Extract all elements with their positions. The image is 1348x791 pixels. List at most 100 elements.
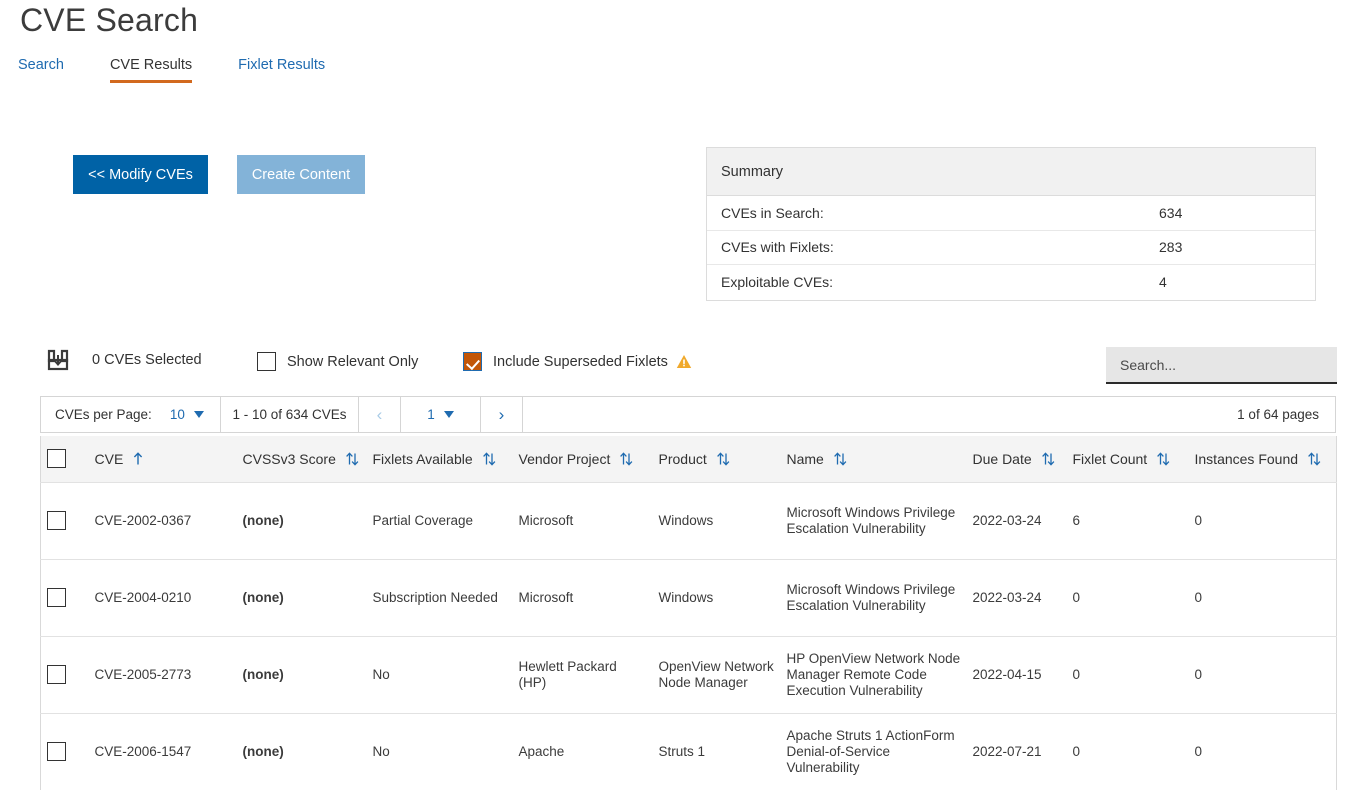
tab-bar: Search CVE Results Fixlet Results xyxy=(18,57,371,83)
sort-icon xyxy=(833,452,847,466)
table-row[interactable]: CVE-2005-2773 (none) No Hewlett Packard … xyxy=(41,636,1337,713)
cell-product: Struts 1 xyxy=(653,713,781,790)
cell-name: Microsoft Windows Privilege Escalation V… xyxy=(781,559,967,636)
prev-page-button[interactable]: ‹ xyxy=(359,397,401,432)
summary-row-cves-in-search: CVEs in Search: 634 xyxy=(707,196,1315,231)
column-label: CVE xyxy=(95,451,124,467)
cell-vendor-project: Hewlett Packard (HP) xyxy=(513,636,653,713)
cell-cvssv3-score: (none) xyxy=(237,636,367,713)
table-row[interactable]: CVE-2002-0367 (none) Partial Coverage Mi… xyxy=(41,482,1337,559)
row-checkbox[interactable] xyxy=(47,511,66,530)
cell-cvssv3-score: (none) xyxy=(237,559,367,636)
row-select-cell xyxy=(41,559,89,636)
sort-icon xyxy=(1307,452,1321,466)
column-header-instances-found[interactable]: Instances Found xyxy=(1189,436,1337,482)
include-superseded-fixlets-label: Include Superseded Fixlets xyxy=(493,354,668,370)
cell-due-date: 2022-04-15 xyxy=(967,636,1067,713)
cell-product: Windows xyxy=(653,559,781,636)
checkbox-box-checked xyxy=(463,352,482,371)
row-select-cell xyxy=(41,636,89,713)
row-checkbox[interactable] xyxy=(47,665,66,684)
column-header-cve[interactable]: CVE xyxy=(89,436,237,482)
column-label: Instances Found xyxy=(1195,451,1299,467)
cell-cvssv3-score: (none) xyxy=(237,713,367,790)
result-range-label: 1 - 10 of 634 CVEs xyxy=(221,397,359,432)
summary-row-cves-with-fixlets: CVEs with Fixlets: 283 xyxy=(707,231,1315,266)
cell-due-date: 2022-03-24 xyxy=(967,482,1067,559)
modify-cves-button[interactable]: << Modify CVEs xyxy=(73,155,208,194)
search-input[interactable] xyxy=(1106,347,1337,384)
cell-name: Apache Struts 1 ActionForm Denial-of-Ser… xyxy=(781,713,967,790)
cell-product: Windows xyxy=(653,482,781,559)
cell-vendor-project: Microsoft xyxy=(513,482,653,559)
chevron-down-icon xyxy=(444,411,454,418)
include-superseded-fixlets-checkbox[interactable]: Include Superseded Fixlets xyxy=(463,352,692,371)
summary-panel: Summary CVEs in Search: 634 CVEs with Fi… xyxy=(706,147,1316,301)
cell-vendor-project: Apache xyxy=(513,713,653,790)
column-label: Fixlets Available xyxy=(373,451,473,467)
cell-cve: CVE-2004-0210 xyxy=(89,559,237,636)
create-content-button: Create Content xyxy=(237,155,365,194)
sort-ascending-icon xyxy=(132,452,144,466)
checkbox-box xyxy=(257,352,276,371)
column-label: Name xyxy=(787,451,824,467)
summary-label: CVEs in Search: xyxy=(707,205,1159,221)
column-header-cvssv3-score[interactable]: CVSSv3 Score xyxy=(237,436,367,482)
summary-value: 634 xyxy=(1159,205,1182,221)
results-toolbar: 0 CVEs Selected Show Relevant Only Inclu… xyxy=(0,345,1348,385)
cell-due-date: 2022-07-21 xyxy=(967,713,1067,790)
table-row[interactable]: CVE-2004-0210 (none) Subscription Needed… xyxy=(41,559,1337,636)
sort-icon xyxy=(1041,452,1055,466)
column-header-vendor-project[interactable]: Vendor Project xyxy=(513,436,653,482)
cell-cve: CVE-2005-2773 xyxy=(89,636,237,713)
chevron-down-icon xyxy=(194,411,204,418)
row-select-cell xyxy=(41,482,89,559)
tab-fixlet-results[interactable]: Fixlet Results xyxy=(238,57,325,83)
summary-value: 4 xyxy=(1159,274,1167,290)
column-label: CVSSv3 Score xyxy=(243,451,336,467)
show-relevant-only-label: Show Relevant Only xyxy=(287,354,418,370)
download-icon[interactable] xyxy=(45,347,73,377)
column-label: Fixlet Count xyxy=(1073,451,1148,467)
page-number-selector[interactable]: 1 xyxy=(401,397,481,432)
row-select-cell xyxy=(41,713,89,790)
column-label: Due Date xyxy=(973,451,1032,467)
column-header-fixlet-count[interactable]: Fixlet Count xyxy=(1067,436,1189,482)
cell-instances-found: 0 xyxy=(1189,559,1337,636)
cell-fixlet-count: 0 xyxy=(1067,559,1189,636)
per-page-selector[interactable]: CVEs per Page: 10 xyxy=(41,397,221,432)
summary-label: CVEs with Fixlets: xyxy=(707,239,1159,255)
warning-triangle-icon xyxy=(676,354,692,369)
cell-cvssv3-score: (none) xyxy=(237,482,367,559)
column-label: Product xyxy=(659,451,707,467)
sort-icon xyxy=(716,452,730,466)
row-checkbox[interactable] xyxy=(47,742,66,761)
tab-search[interactable]: Search xyxy=(18,57,64,83)
row-checkbox[interactable] xyxy=(47,588,66,607)
cell-fixlets-available: No xyxy=(367,636,513,713)
next-page-button[interactable]: › xyxy=(481,397,523,432)
column-header-fixlets-available[interactable]: Fixlets Available xyxy=(367,436,513,482)
column-header-name[interactable]: Name xyxy=(781,436,967,482)
cell-fixlet-count: 6 xyxy=(1067,482,1189,559)
column-header-due-date[interactable]: Due Date xyxy=(967,436,1067,482)
current-page-value: 1 xyxy=(427,407,435,422)
cell-instances-found: 0 xyxy=(1189,713,1337,790)
column-header-product[interactable]: Product xyxy=(653,436,781,482)
cell-cve: CVE-2002-0367 xyxy=(89,482,237,559)
cell-product: OpenView Network Node Manager xyxy=(653,636,781,713)
cell-due-date: 2022-03-24 xyxy=(967,559,1067,636)
sort-icon xyxy=(482,452,496,466)
tab-cve-results[interactable]: CVE Results xyxy=(110,57,192,83)
cell-instances-found: 0 xyxy=(1189,636,1337,713)
sort-icon xyxy=(619,452,633,466)
select-all-checkbox[interactable] xyxy=(47,449,66,468)
table-header-row: CVE CVSSv3 Score xyxy=(41,436,1337,482)
cell-instances-found: 0 xyxy=(1189,482,1337,559)
cell-fixlets-available: Partial Coverage xyxy=(367,482,513,559)
cell-fixlets-available: Subscription Needed xyxy=(367,559,513,636)
show-relevant-only-checkbox[interactable]: Show Relevant Only xyxy=(257,352,418,371)
column-label: Vendor Project xyxy=(519,451,611,467)
per-page-value: 10 xyxy=(170,407,185,422)
table-row[interactable]: CVE-2006-1547 (none) No Apache Struts 1 … xyxy=(41,713,1337,790)
